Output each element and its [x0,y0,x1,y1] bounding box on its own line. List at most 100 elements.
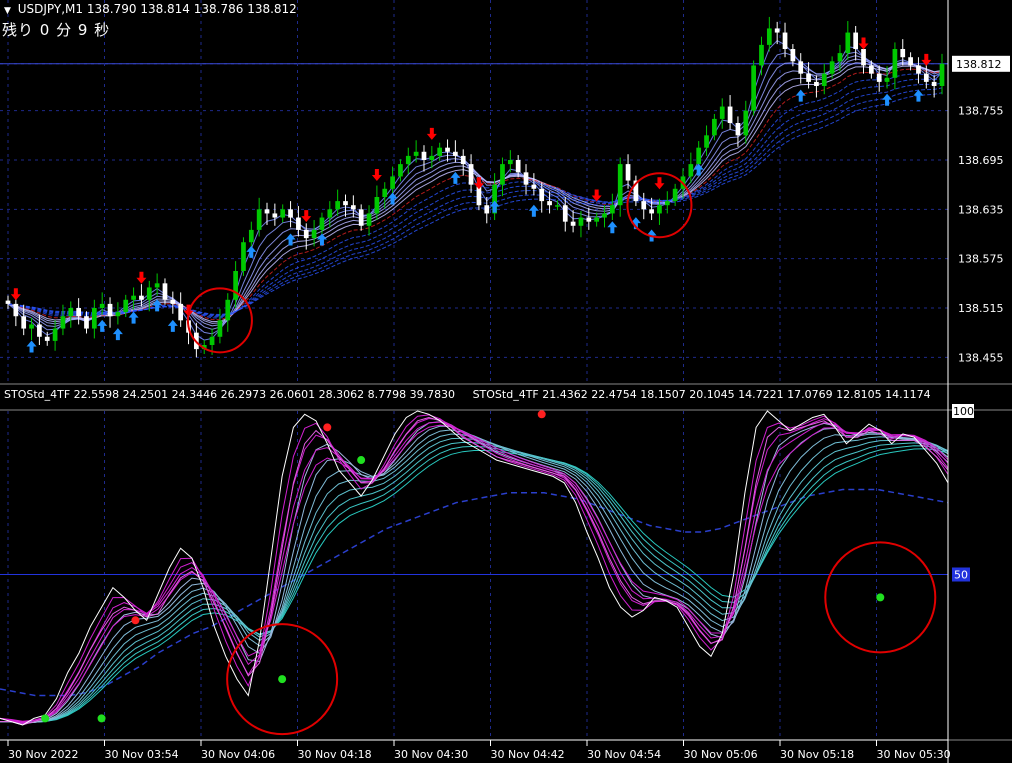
candle-body [743,110,749,136]
candle[interactable] [798,53,804,84]
candle[interactable] [288,201,293,228]
candle[interactable] [335,189,341,216]
candle[interactable] [853,25,859,61]
candle[interactable] [280,204,286,223]
candle[interactable] [429,146,435,169]
candle-body [107,303,113,317]
candle[interactable] [641,192,647,220]
candle-body [649,209,654,214]
candle[interactable] [523,164,529,195]
candle[interactable] [735,116,741,147]
candle[interactable] [233,261,238,308]
time-label: 30 Nov 04:06 [201,748,275,761]
candle-body [327,209,333,218]
price-tick-label: 138.515 [958,302,1004,315]
candle-body [272,213,278,218]
candle[interactable] [76,298,81,325]
candle[interactable] [178,292,184,327]
candle[interactable] [727,95,733,130]
candle[interactable] [343,194,348,217]
candle[interactable] [91,299,97,339]
candle[interactable] [617,157,623,217]
candle[interactable] [405,147,411,174]
sell-arrow-icon [10,288,21,301]
candle[interactable] [445,139,450,162]
candle-body [366,213,372,226]
candle-body [578,217,584,226]
candle[interactable] [382,182,388,209]
candle[interactable] [664,191,670,214]
candle[interactable] [52,320,58,351]
candle[interactable] [225,293,231,332]
candle[interactable] [241,237,246,276]
candle[interactable] [845,21,851,60]
candle[interactable] [531,173,537,196]
candle-body [900,49,906,58]
candle[interactable] [759,36,764,76]
candle[interactable] [272,203,278,226]
candle[interactable] [892,42,898,90]
buy-arrow-icon [607,221,618,234]
candle-body [829,61,835,74]
candle-body [335,201,341,210]
candle-body [21,316,27,329]
candle-body [146,287,152,300]
candle[interactable] [507,150,513,173]
candle-body [562,205,568,222]
candle[interactable] [421,145,427,172]
buy-arrow-icon [285,233,296,246]
candle[interactable] [13,295,19,327]
candle[interactable] [68,301,74,328]
candle[interactable] [484,197,490,224]
candle-body [76,308,81,317]
candle-body [617,164,623,206]
candle[interactable] [5,295,11,309]
time-label: 30 Nov 2022 [8,748,78,761]
candle-body [350,205,356,210]
candle[interactable] [170,291,176,314]
candle[interactable] [908,52,913,71]
candle[interactable] [633,175,639,207]
candle-body [892,49,898,78]
candle[interactable] [358,204,364,231]
candle[interactable] [609,193,615,221]
oscillator-line [0,414,949,725]
green-dot [876,593,885,602]
sell-arrow-icon [654,177,665,190]
red-dot [131,616,140,625]
candle[interactable] [492,173,497,221]
candle-body [280,209,286,218]
buy-arrow-icon [26,340,37,353]
candle[interactable] [296,206,301,237]
candle[interactable] [256,197,262,237]
candle[interactable] [570,210,576,233]
candle[interactable] [366,205,372,236]
candle[interactable] [900,39,906,66]
candle[interactable] [154,273,160,296]
candle[interactable] [60,304,66,336]
candle[interactable] [774,21,780,45]
candle[interactable] [821,63,827,95]
candle-body [837,53,843,62]
candle-body [712,118,717,136]
candle-body [248,229,254,243]
candle[interactable] [782,22,788,58]
time-label: 30 Nov 04:30 [394,748,468,761]
candle[interactable] [115,302,121,325]
collapse-triangle-icon[interactable]: ▼ [4,6,11,16]
candle[interactable] [594,212,600,227]
level-label: 100 [953,405,974,418]
candle[interactable] [460,149,466,176]
candle-body [751,65,756,111]
candle[interactable] [625,154,631,189]
slow-ma-line [7,82,943,317]
green-dot [41,714,50,723]
candle[interactable] [390,166,395,197]
candle[interactable] [264,202,270,225]
candle[interactable] [688,152,694,184]
candle-body [382,188,388,197]
candle[interactable] [751,60,756,116]
candle[interactable] [107,297,113,328]
candle-body [664,201,670,206]
candle[interactable] [719,98,725,129]
